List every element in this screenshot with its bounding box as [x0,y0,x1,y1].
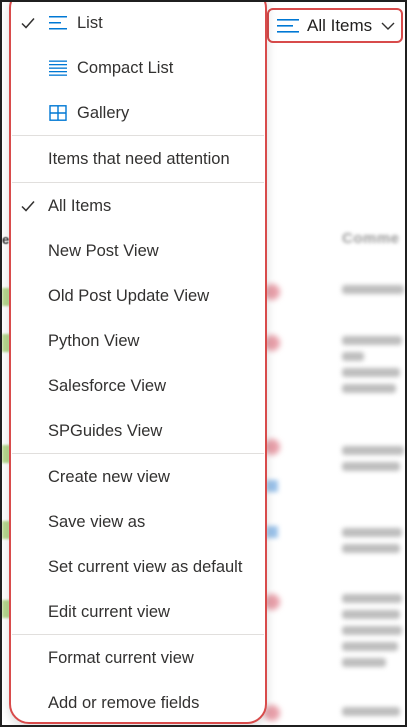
checkmark-icon [21,201,35,212]
menu-item-label: Compact List [77,58,174,77]
menu-item-view-python[interactable]: Python View [11,319,265,363]
menu-item-format-current-view[interactable]: Format current view [11,636,265,680]
menu-item-label: Gallery [77,103,130,122]
gallery-icon [49,105,67,121]
menu-item-view-salesforce[interactable]: Salesforce View [11,364,265,408]
background-text-line [342,658,386,667]
background-text-line [342,446,404,455]
menu-item-label: All Items [48,196,112,215]
background-text-line [342,285,404,294]
menu-item-items-need-attention[interactable]: Items that need attention [11,137,265,181]
view-switcher-label: All Items [307,15,373,35]
menu-item-label: Add or remove fields [48,693,200,712]
menu-item-label: New Post View [48,241,159,260]
checkmark-icon [21,18,35,29]
background-text-line [342,626,402,635]
view-switcher-button[interactable]: All Items [267,8,403,43]
background-text-line [342,462,400,471]
menu-item-label: Set current view as default [48,557,243,576]
menu-item-view-all-items[interactable]: All Items [11,184,265,228]
background-text-line [342,368,400,377]
background-text-line [342,642,398,651]
menu-item-label: Create new view [48,467,170,486]
menu-item-gallery[interactable]: Gallery [11,91,265,135]
background-text-line [342,336,402,345]
menu-item-add-remove-fields[interactable]: Add or remove fields [11,681,265,722]
menu-divider [12,135,264,136]
compact-list-icon [49,60,67,76]
background-icon [266,480,278,492]
background-text-line [342,528,402,537]
background-column-header: Comme [342,230,400,247]
menu-item-label: Salesforce View [48,376,167,395]
menu-item-label: Old Post Update View [48,286,210,305]
menu-item-view-spguides[interactable]: SPGuides View [11,409,265,453]
list-lines-icon [277,18,299,33]
menu-item-label: Python View [48,331,140,350]
background-text-line [342,594,402,603]
background-text-line [342,707,400,716]
menu-divider [12,453,264,454]
menu-item-compact-list[interactable]: Compact List [11,46,265,90]
menu-item-view-new-post[interactable]: New Post View [11,229,265,273]
background-icon [266,526,278,538]
view-options-menu: List Compact List Gallery Items that nee… [9,2,267,724]
menu-item-edit-current-view[interactable]: Edit current view [11,590,265,634]
background-text-line [342,610,400,619]
menu-item-label: List [77,13,103,32]
menu-item-create-new-view[interactable]: Create new view [11,455,265,499]
menu-item-label: Format current view [48,648,194,667]
background-text-line [342,352,364,361]
background-text-line [342,384,396,393]
menu-item-label: Save view as [48,512,146,531]
menu-divider [12,182,264,183]
background-text-line [342,544,400,553]
screenshot-frame: e Comme All Items List Compact List Gall… [0,0,407,727]
menu-item-save-view-as[interactable]: Save view as [11,500,265,544]
menu-item-label: Edit current view [48,602,170,621]
menu-item-set-default-view[interactable]: Set current view as default [11,545,265,589]
menu-item-list[interactable]: List [11,2,265,45]
menu-item-label: SPGuides View [48,421,163,440]
menu-item-view-old-post-update[interactable]: Old Post Update View [11,274,265,318]
chevron-down-icon [381,22,395,30]
menu-item-label: Items that need attention [48,149,230,168]
menu-divider [12,634,264,635]
list-icon [49,16,67,30]
